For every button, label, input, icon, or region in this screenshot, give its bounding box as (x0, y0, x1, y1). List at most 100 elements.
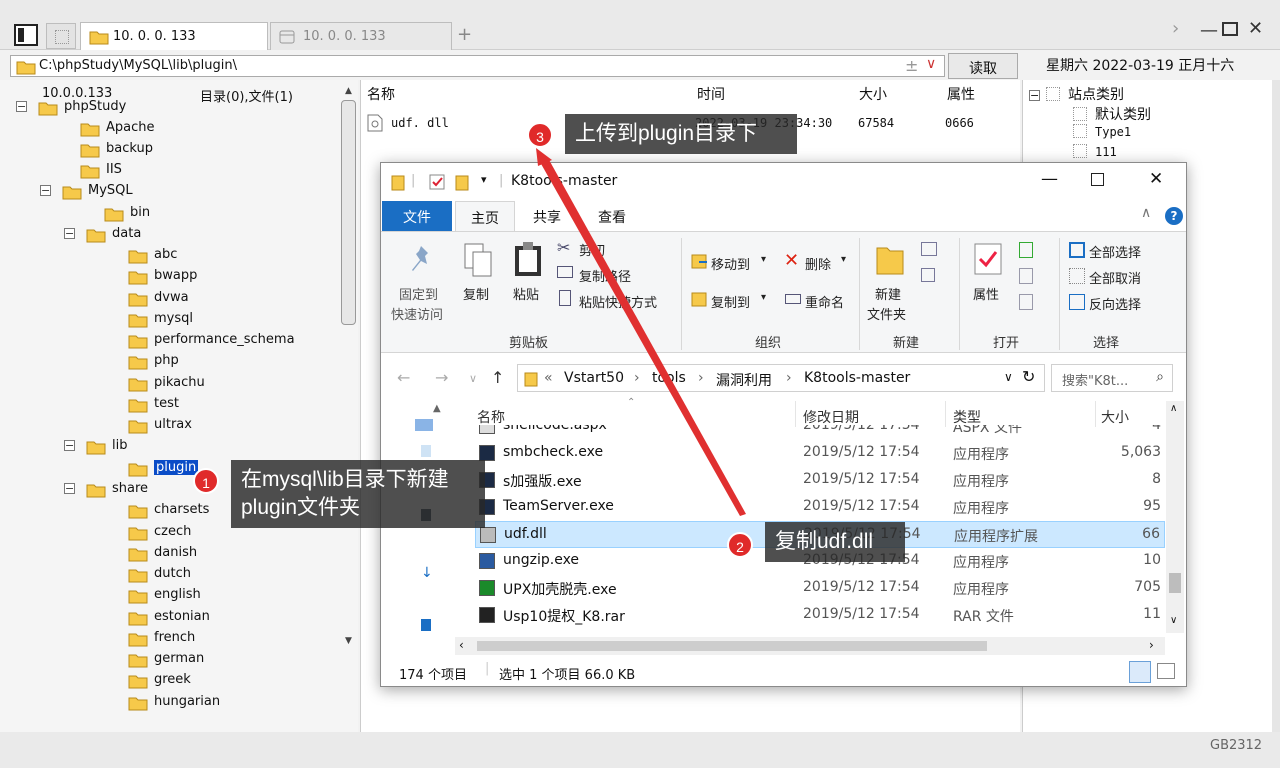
collapse-icon[interactable]: − (40, 185, 51, 196)
col-size[interactable]: 大小 (1101, 407, 1129, 427)
collapse-icon[interactable]: − (64, 483, 75, 494)
file-row[interactable]: s加强版.exe 2019/5/12 17:54 应用程序 8 (475, 467, 1165, 494)
path-field[interactable]: C:\phpStudy\MySQL\lib\plugin\ (10, 55, 945, 77)
open-icon[interactable] (1019, 242, 1033, 258)
tree-node-backup[interactable]: backup (0, 140, 340, 160)
site-item[interactable]: 默认类别 (1073, 104, 1151, 124)
file-row[interactable]: smbcheck.exe 2019/5/12 17:54 应用程序 5,063 (475, 440, 1165, 467)
tab-active[interactable]: 10. 0. 0. 133 (80, 22, 268, 50)
address-overflow[interactable]: « (544, 370, 553, 386)
tab-view[interactable]: 查看 (598, 207, 626, 227)
easy-access-icon[interactable] (921, 268, 935, 282)
col-time[interactable]: 时间 (697, 84, 725, 104)
new-tab-button[interactable]: + (457, 24, 472, 45)
search-input[interactable]: 搜索"K8t... ⌕ (1051, 364, 1173, 392)
recent-dropdown-icon[interactable]: ∨ (469, 372, 477, 385)
forward-button[interactable]: → (435, 368, 448, 387)
collapse-icon[interactable]: − (16, 101, 27, 112)
tree-node-estonian[interactable]: estonian (0, 608, 340, 628)
address-dropdown-icon[interactable]: ∨ (1004, 370, 1013, 384)
scroll-up-icon[interactable]: ∧ (1170, 403, 1177, 414)
tree-scrollbar[interactable] (341, 100, 356, 325)
col-size[interactable]: 大小 (859, 84, 887, 104)
scroll-down-icon[interactable]: ▼ (345, 636, 352, 646)
tree-node-mysql[interactable]: − MySQL (0, 182, 340, 202)
tree-node-french[interactable]: french (0, 629, 340, 649)
col-date[interactable]: 修改日期 (803, 407, 859, 427)
breadcrumb-segment[interactable]: Vstart50 (564, 370, 624, 386)
tree-node-ultrax[interactable]: ultrax (0, 416, 340, 436)
breadcrumb-segment[interactable]: tools (652, 370, 686, 386)
close-button[interactable]: ✕ (1248, 18, 1263, 39)
encoding-label[interactable]: GB2312 (1210, 738, 1262, 753)
edit-icon[interactable] (1019, 268, 1033, 284)
scroll-down-icon[interactable]: ∨ (1170, 615, 1177, 626)
breadcrumb-segment[interactable]: K8tools-master (804, 370, 910, 386)
maximize-button[interactable] (1091, 173, 1104, 186)
scroll-up-icon[interactable]: ▲ (345, 86, 352, 96)
tree-node-lib[interactable]: − lib (0, 437, 340, 457)
site-root[interactable]: − 站点类别 (1029, 84, 1124, 104)
qa-dropdown-icon[interactable]: ▾ (481, 173, 487, 186)
address-bar[interactable]: « Vstart50 › tools › 漏洞利用 › K8tools-mast… (517, 364, 1045, 392)
read-button[interactable]: 读取 (948, 53, 1018, 79)
search-icon[interactable]: ⌕ (1156, 369, 1164, 385)
tree-node-mysql[interactable]: mysql (0, 310, 340, 330)
chevron-down-icon[interactable]: ∨ (926, 56, 936, 72)
properties-check-icon[interactable] (429, 173, 445, 191)
collapse-icon[interactable]: − (1029, 90, 1040, 101)
file-row[interactable]: UPX加壳脱壳.exe 2019/5/12 17:54 应用程序 705 (475, 575, 1165, 602)
collapse-icon[interactable]: − (64, 440, 75, 451)
back-button[interactable]: ← (397, 368, 410, 387)
tree-node-apache[interactable]: Apache (0, 119, 340, 139)
tab-home[interactable]: 主页 (455, 201, 515, 232)
history-icon[interactable] (1019, 294, 1033, 310)
chevron-right-icon[interactable]: › (1172, 18, 1179, 39)
new-folder-qa-icon[interactable] (455, 173, 469, 191)
help-icon[interactable]: ? (1165, 207, 1183, 225)
tree-node-pikachu[interactable]: pikachu (0, 374, 340, 394)
tab-blank[interactable] (46, 23, 76, 49)
tab-inactive[interactable]: 10. 0. 0. 133 (270, 22, 452, 50)
tree-node-phpstudy[interactable]: − phpStudy (0, 98, 340, 118)
app-icon[interactable] (14, 24, 38, 46)
scroll-right-icon[interactable]: › (1149, 638, 1154, 652)
horizontal-scrollbar[interactable]: ‹ › (455, 637, 1165, 655)
tree-node-hungarian[interactable]: hungarian (0, 693, 340, 713)
tree-node-greek[interactable]: greek (0, 671, 340, 691)
tree-node-german[interactable]: german (0, 650, 340, 670)
scroll-left-icon[interactable]: ‹ (459, 638, 464, 652)
tab-file[interactable]: 文件 (382, 201, 452, 231)
tree-node-test[interactable]: test (0, 395, 340, 415)
file-row[interactable]: shellcode.aspx 2019/5/12 17:54 ASPX 文件 4 (475, 425, 1165, 440)
site-item[interactable]: Type1 (1073, 124, 1131, 139)
tree-node-php[interactable]: php (0, 352, 340, 372)
scroll-up-icon[interactable]: ▲ (433, 403, 441, 414)
tree-node-dvwa[interactable]: dvwa (0, 289, 340, 309)
tree-node-danish[interactable]: danish (0, 544, 340, 564)
plus-icon[interactable]: ± (905, 56, 918, 75)
tree-node-english[interactable]: english (0, 586, 340, 606)
col-name[interactable]: 名称 (367, 84, 395, 104)
details-view-icon[interactable] (1129, 661, 1151, 683)
new-item-icon[interactable] (921, 242, 937, 256)
minimize-button[interactable]: — (1041, 169, 1058, 189)
tree-node-bwapp[interactable]: bwapp (0, 267, 340, 287)
scroll-thumb[interactable] (1169, 573, 1181, 593)
tree-node-data[interactable]: − data (0, 225, 340, 245)
collapse-ribbon-icon[interactable]: ∧ (1141, 205, 1151, 221)
close-button[interactable]: ✕ (1149, 169, 1163, 189)
collapse-icon[interactable]: − (64, 228, 75, 239)
breadcrumb-segment[interactable]: 漏洞利用 (716, 370, 772, 390)
site-item[interactable]: 111 (1073, 144, 1117, 159)
tree-node-dutch[interactable]: dutch (0, 565, 340, 585)
file-row[interactable]: Usp10提权_K8.rar 2019/5/12 17:54 RAR 文件 11 (475, 602, 1165, 629)
col-attr[interactable]: 属性 (947, 84, 975, 104)
tree-node-iis[interactable]: IIS (0, 161, 340, 181)
file-row[interactable]: TeamServer.exe 2019/5/12 17:54 应用程序 95 (475, 494, 1165, 521)
maximize-button[interactable] (1222, 22, 1238, 36)
vertical-scrollbar[interactable]: ∧ ∨ (1166, 401, 1184, 633)
refresh-icon[interactable]: ↻ (1022, 367, 1035, 386)
large-icons-view-icon[interactable] (1157, 663, 1175, 679)
col-name[interactable]: 名称 (477, 407, 505, 427)
